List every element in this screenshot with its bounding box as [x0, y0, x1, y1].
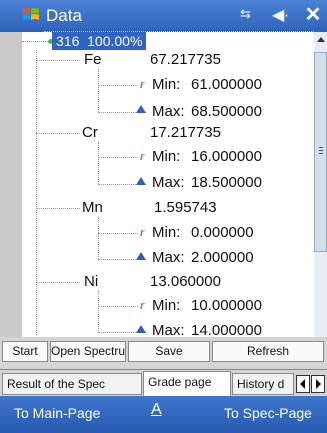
windows-start-icon[interactable] [22, 6, 40, 24]
max-icon [136, 177, 146, 185]
min-label: Min: [152, 224, 181, 241]
tab-grade-page[interactable]: Grade page [143, 371, 231, 396]
app-title: Data [46, 6, 82, 25]
max-value: 14.000000 [191, 322, 262, 337]
element-value: 1.595743 [154, 199, 217, 216]
max-label: Max: [152, 322, 185, 337]
max-icon [136, 105, 146, 113]
element-value: 17.217735 [150, 124, 221, 141]
grip-icon [319, 147, 323, 148]
max-value: 2.000000 [191, 249, 254, 266]
max-label: Max: [152, 249, 185, 266]
min-label: Min: [152, 76, 181, 93]
to-spec-page-softkey[interactable]: To Spec-Page [224, 405, 312, 421]
min-value: 16.000000 [191, 148, 262, 165]
tree-node-ni[interactable]: Ni [84, 273, 98, 291]
element-symbol: Fe [84, 51, 102, 68]
min-icon: r [140, 300, 145, 312]
tree-connector [98, 332, 138, 333]
close-icon[interactable]: ✕ [302, 4, 324, 26]
tree-connector [36, 133, 80, 134]
network-icon[interactable]: ⇆ [240, 6, 251, 22]
element-symbol: Ni [84, 273, 99, 290]
tab-result-of-spec[interactable]: Result of the Spec [2, 373, 142, 395]
min-label: Min: [152, 148, 181, 165]
softkey-bar: To Main-Page A To Spec-Page [0, 396, 327, 433]
min-label: Min: [152, 297, 181, 314]
tab-strip: Result of the Spec Grade page History d [0, 369, 327, 399]
min-icon: r [140, 227, 145, 239]
element-value: 67.217735 [150, 51, 221, 68]
tree-connector [98, 157, 138, 158]
element-symbol: Mn [82, 199, 103, 216]
grade-tree-view[interactable]: 316 100.00% Fe 67.217735 r Min: 61.00000… [22, 32, 314, 337]
tab-scroll-right-icon[interactable] [311, 375, 325, 393]
tree-connector [36, 50, 37, 335]
scrollbar-thumb[interactable] [314, 52, 327, 252]
tree-connector [98, 217, 99, 259]
min-value: 10.000000 [191, 297, 262, 314]
max-label: Max: [152, 174, 185, 191]
tree-connector [98, 112, 138, 113]
tree-scrollbar[interactable] [314, 32, 327, 355]
min-value: 0.000000 [191, 224, 254, 241]
tree-connector [98, 233, 138, 234]
tree-connector [36, 208, 80, 209]
save-button[interactable]: Save [128, 341, 210, 362]
element-symbol: Cr [82, 124, 98, 141]
tree-node-mn[interactable]: Mn [82, 199, 103, 217]
min-value: 61.000000 [191, 76, 262, 93]
open-spectrum-button[interactable]: Open Spectrum [50, 341, 126, 362]
tree-connector [36, 60, 80, 61]
tree-connector [98, 69, 99, 112]
max-label: Max: [152, 103, 185, 120]
tree-node-cr[interactable]: Cr [82, 124, 98, 142]
tree-connector [98, 306, 138, 307]
grip-icon [319, 150, 323, 151]
tree-connector [98, 291, 99, 333]
tree-root-node[interactable]: 316 100.00% [52, 32, 147, 50]
tree-connector [98, 142, 99, 184]
input-panel-softkey[interactable]: A [151, 401, 162, 419]
min-icon: r [140, 151, 145, 163]
tab-scroll-left-icon[interactable] [296, 375, 310, 393]
tree-connector [98, 184, 138, 185]
tab-history[interactable]: History d [232, 373, 294, 395]
refresh-button[interactable]: Refresh [212, 341, 324, 362]
tree-connector [36, 282, 80, 283]
scroll-up-icon[interactable] [317, 37, 325, 42]
to-main-page-softkey[interactable]: To Main-Page [14, 405, 100, 421]
tree-connector [98, 259, 138, 260]
element-value: 13.060000 [150, 273, 221, 290]
volume-icon[interactable]: ◀∙ [272, 5, 289, 25]
max-icon [136, 252, 146, 260]
grip-icon [319, 153, 323, 154]
tree-connector [98, 85, 138, 86]
min-icon: r [140, 79, 145, 91]
tree-node-fe[interactable]: Fe [84, 51, 102, 69]
start-button[interactable]: Start [2, 341, 48, 362]
max-value: 68.500000 [191, 103, 262, 120]
max-value: 18.500000 [191, 174, 262, 191]
title-bar: Data ⇆ ◀∙ ✕ [0, 0, 327, 32]
max-icon [136, 325, 146, 333]
